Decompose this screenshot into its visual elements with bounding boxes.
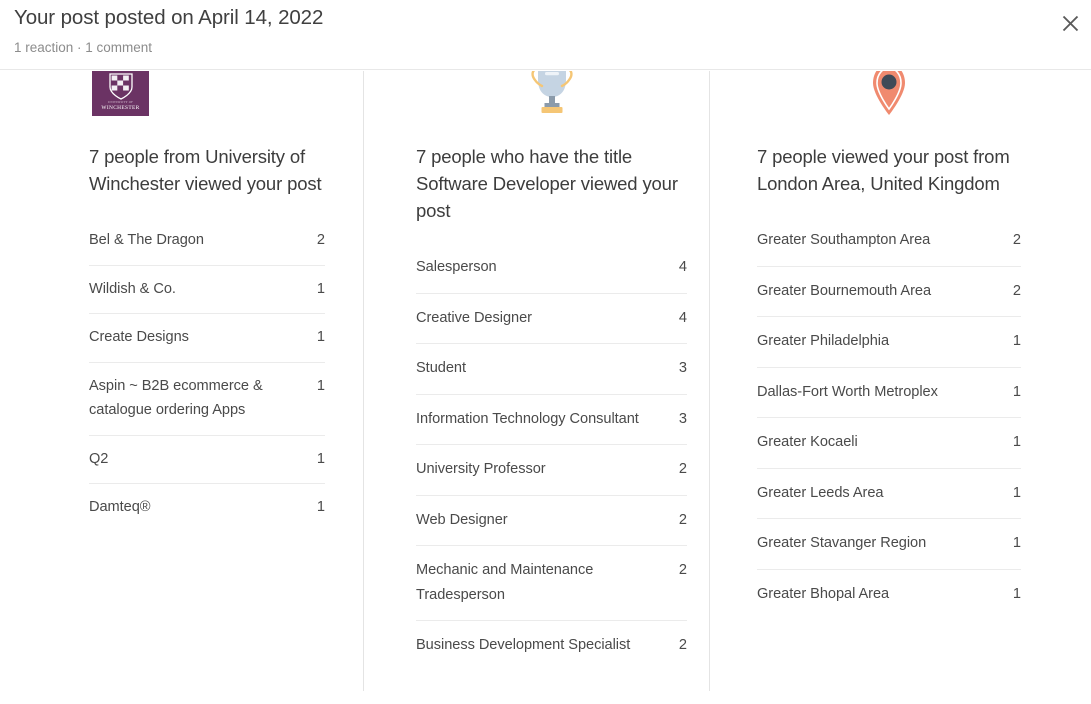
list-item[interactable]: Greater Philadelphia 1 bbox=[757, 317, 1021, 368]
list-item-label: Wildish & Co. bbox=[89, 280, 176, 297]
trophy-icon-wrap bbox=[416, 71, 687, 116]
list-item-value: 1 bbox=[316, 280, 325, 297]
list-item-label: Greater Philadelphia bbox=[757, 333, 890, 349]
list-item-label: Greater Southampton Area bbox=[757, 232, 931, 248]
list-item-value: 2 bbox=[678, 637, 687, 653]
modal-header: Your post posted on April 14, 2022 1 rea… bbox=[0, 0, 1091, 70]
list-item[interactable]: Greater Leeds Area 1 bbox=[757, 469, 1021, 519]
list-item-value: 3 bbox=[678, 410, 687, 427]
list-item-label: Aspin ~ B2B ecommerce & catalogue orderi… bbox=[89, 377, 263, 419]
list-item-label: Business Development Specialist bbox=[416, 637, 631, 653]
list-item-label: Greater Stavanger Region bbox=[757, 535, 927, 551]
column-heading-job-titles: 7 people who have the title Software Dev… bbox=[416, 146, 678, 221]
list-item-value: 1 bbox=[1012, 535, 1021, 551]
list-item-value: 1 bbox=[316, 329, 325, 345]
list-item[interactable]: Information Technology Consultant 3 bbox=[416, 395, 687, 445]
list-item-label: Damteq® bbox=[89, 499, 151, 515]
winchester-logo-eyebrow: UNIVERSITY OF bbox=[108, 100, 133, 104]
company-list: Bel & The Dragon 2 Wildish & Co. 1 Creat… bbox=[89, 217, 325, 532]
list-item[interactable]: Dallas-Fort Worth Metroplex 1 bbox=[757, 368, 1021, 418]
list-item[interactable]: Web Designer 2 bbox=[416, 496, 687, 546]
list-item[interactable]: Greater Southampton Area 2 bbox=[757, 216, 1021, 267]
list-item-value: 1 bbox=[316, 377, 325, 394]
list-item-value: 3 bbox=[678, 360, 687, 376]
list-item[interactable]: Aspin ~ B2B ecommerce & catalogue orderi… bbox=[89, 363, 325, 436]
location-list: Greater Southampton Area 2 Greater Bourn… bbox=[757, 216, 1021, 619]
list-item-label: Greater Bhopal Area bbox=[757, 585, 890, 602]
list-item-value: 4 bbox=[678, 309, 687, 326]
list-item-label: Bel & The Dragon bbox=[89, 232, 204, 248]
trophy-icon bbox=[530, 71, 573, 113]
list-item-value: 1 bbox=[1012, 434, 1021, 450]
list-item-value: 1 bbox=[316, 499, 325, 515]
list-item[interactable]: Bel & The Dragon 2 bbox=[89, 217, 325, 266]
list-item-label: Dallas-Fort Worth Metroplex bbox=[757, 383, 938, 400]
list-item[interactable]: Create Designs 1 bbox=[89, 314, 325, 363]
shield-crest-icon bbox=[108, 73, 133, 100]
list-item-value: 2 bbox=[1012, 232, 1021, 248]
list-item-label: University Professor bbox=[416, 461, 546, 477]
location-pin-icon bbox=[873, 71, 905, 115]
post-analytics-modal: Your post posted on April 14, 2022 1 rea… bbox=[0, 0, 1091, 704]
list-item[interactable]: Wildish & Co. 1 bbox=[89, 266, 325, 314]
list-item[interactable]: Greater Stavanger Region 1 bbox=[757, 519, 1021, 570]
page-title: Your post posted on April 14, 2022 bbox=[14, 6, 324, 29]
list-item[interactable]: Business Development Specialist 2 bbox=[416, 621, 687, 671]
winchester-logo-wrap: UNIVERSITY OF WINCHESTER bbox=[89, 71, 325, 116]
job-title-list: Salesperson 4 Creative Designer 4 Studen… bbox=[416, 243, 687, 671]
column-heading-companies: 7 people from University of Winchester v… bbox=[89, 146, 322, 194]
list-item-value: 2 bbox=[316, 232, 325, 248]
list-item[interactable]: Student 3 bbox=[416, 344, 687, 395]
list-item-value: 1 bbox=[1012, 585, 1021, 602]
close-button[interactable] bbox=[1053, 6, 1087, 40]
winchester-logo-icon: UNIVERSITY OF WINCHESTER bbox=[92, 71, 149, 116]
list-item-label: Q2 bbox=[89, 450, 109, 467]
location-pin-wrap bbox=[757, 71, 1021, 116]
list-item-label: Greater Leeds Area bbox=[757, 484, 884, 501]
list-item-value: 2 bbox=[678, 511, 687, 528]
list-item-value: 2 bbox=[678, 562, 687, 578]
list-item-value: 1 bbox=[1012, 383, 1021, 400]
list-item-label: Creative Designer bbox=[416, 309, 532, 326]
close-icon bbox=[1062, 15, 1079, 32]
list-item[interactable]: Damteq® 1 bbox=[89, 484, 325, 532]
list-item-label: Greater Kocaeli bbox=[757, 434, 858, 450]
list-item[interactable]: Q2 1 bbox=[89, 436, 325, 484]
list-item[interactable]: Greater Bhopal Area 1 bbox=[757, 570, 1021, 620]
winchester-logo-name: WINCHESTER bbox=[101, 105, 140, 111]
list-item-label: Greater Bournemouth Area bbox=[757, 282, 932, 299]
list-item-value: 1 bbox=[1012, 333, 1021, 349]
list-item-label: Salesperson bbox=[416, 259, 497, 275]
list-item-value: 1 bbox=[1012, 484, 1021, 501]
list-item-label: Information Technology Consultant bbox=[416, 410, 639, 427]
list-item[interactable]: Creative Designer 4 bbox=[416, 294, 687, 344]
engagement-summary: 1 reaction · 1 comment bbox=[14, 40, 153, 55]
analytics-columns: UNIVERSITY OF WINCHESTER 7 people from U… bbox=[0, 71, 1091, 704]
column-companies: UNIVERSITY OF WINCHESTER 7 people from U… bbox=[0, 71, 363, 691]
list-item-label: Student bbox=[416, 360, 466, 376]
column-locations: 7 people viewed your post from London Ar… bbox=[709, 71, 1091, 691]
list-item-value: 4 bbox=[678, 259, 687, 275]
column-job-titles: 7 people who have the title Software Dev… bbox=[363, 71, 709, 691]
list-item[interactable]: Mechanic and Maintenance Tradesperson 2 bbox=[416, 546, 687, 621]
column-heading-locations: 7 people viewed your post from London Ar… bbox=[757, 146, 1010, 194]
list-item-label: Web Designer bbox=[416, 511, 508, 528]
list-item-label: Mechanic and Maintenance Tradesperson bbox=[416, 562, 594, 603]
list-item[interactable]: University Professor 2 bbox=[416, 445, 687, 496]
list-item-value: 1 bbox=[316, 450, 325, 467]
list-item-value: 2 bbox=[678, 461, 687, 477]
list-item-value: 2 bbox=[1012, 282, 1021, 299]
list-item[interactable]: Greater Bournemouth Area 2 bbox=[757, 267, 1021, 317]
list-item[interactable]: Greater Kocaeli 1 bbox=[757, 418, 1021, 469]
list-item-label: Create Designs bbox=[89, 329, 189, 345]
list-item[interactable]: Salesperson 4 bbox=[416, 243, 687, 294]
